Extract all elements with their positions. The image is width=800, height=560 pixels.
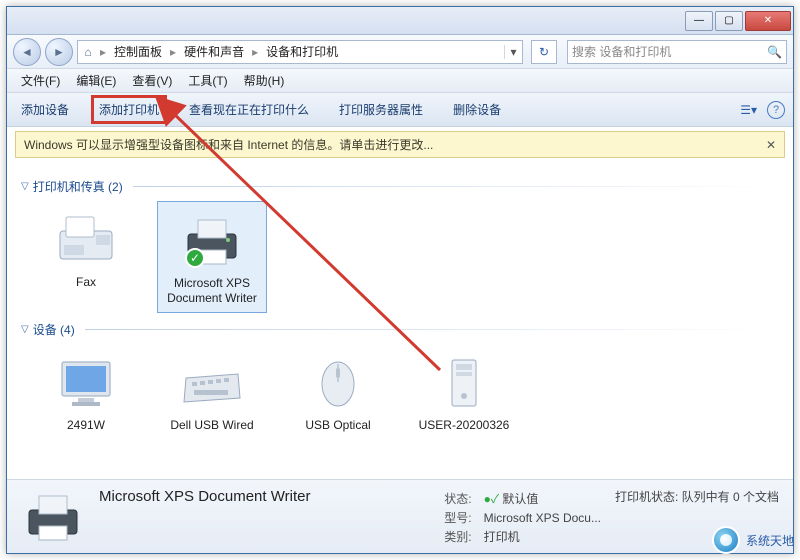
computer-icon bbox=[429, 350, 499, 414]
search-icon: 🔍 bbox=[767, 45, 782, 59]
fax-icon bbox=[51, 207, 121, 271]
tool-remove-device[interactable]: 删除设备 bbox=[447, 97, 507, 122]
item-label: 2491W bbox=[67, 418, 105, 433]
tool-server-properties[interactable]: 打印服务器属性 bbox=[333, 97, 429, 122]
menu-help[interactable]: 帮助(H) bbox=[238, 70, 291, 91]
keyboard-icon bbox=[177, 350, 247, 414]
search-input[interactable]: 搜索 设备和打印机 🔍 bbox=[567, 40, 787, 64]
menu-bar: 文件(F) 编辑(E) 查看(V) 工具(T) 帮助(H) bbox=[7, 69, 793, 93]
details-value: 打印机 bbox=[484, 530, 520, 544]
tool-add-device[interactable]: 添加设备 bbox=[15, 97, 75, 122]
menu-view[interactable]: 查看(V) bbox=[126, 70, 178, 91]
device-item-xps[interactable]: ✓ Microsoft XPS Document Writer bbox=[157, 201, 267, 313]
queue-value: 队列中有 0 个文档 bbox=[682, 490, 779, 504]
titlebar: — ▢ ✕ bbox=[7, 7, 793, 35]
details-properties: 状态: ●✓ 默认值 型号: Microsoft XPS Docu... 类别:… bbox=[444, 488, 601, 545]
item-label: Dell USB Wired bbox=[170, 418, 253, 433]
printer-icon: ✓ bbox=[177, 208, 247, 272]
search-placeholder: 搜索 设备和打印机 bbox=[572, 43, 671, 60]
explorer-window: — ▢ ✕ ◄ ► ⌂ ▸ 控制面板 ▸ 硬件和声音 ▸ 设备和打印机 ▾ ↻ … bbox=[6, 6, 794, 554]
details-key: 型号: bbox=[444, 509, 480, 526]
close-button[interactable]: ✕ bbox=[745, 11, 791, 31]
item-label: Fax bbox=[76, 275, 96, 290]
mouse-icon bbox=[303, 350, 373, 414]
nav-row: ◄ ► ⌂ ▸ 控制面板 ▸ 硬件和声音 ▸ 设备和打印机 ▾ ↻ 搜索 设备和… bbox=[7, 35, 793, 69]
maximize-button[interactable]: ▢ bbox=[715, 11, 743, 31]
check-icon: ●✓ bbox=[484, 492, 499, 506]
breadcrumb-segment[interactable]: 硬件和声音 bbox=[178, 41, 250, 63]
address-dropdown[interactable]: ▾ bbox=[504, 45, 522, 59]
details-name: Microsoft XPS Document Writer bbox=[99, 488, 430, 505]
content-area: ▽ 打印机和传真 (2) Fax ✓ Microsoft XPS Documen… bbox=[7, 162, 793, 479]
address-bar[interactable]: ⌂ ▸ 控制面板 ▸ 硬件和声音 ▸ 设备和打印机 ▾ bbox=[77, 40, 523, 64]
details-pane: Microsoft XPS Document Writer 状态: ●✓ 默认值… bbox=[7, 479, 793, 553]
queue-label: 打印机状态: bbox=[615, 490, 678, 504]
chevron-right-icon: ▸ bbox=[250, 45, 260, 59]
chevron-right-icon: ▸ bbox=[168, 45, 178, 59]
details-value: Microsoft XPS Docu... bbox=[484, 511, 601, 525]
device-items: 2491W Dell USB Wired USB Optical USER-20… bbox=[21, 344, 779, 439]
group-title: 设备 (4) bbox=[33, 321, 75, 338]
info-bar[interactable]: Windows 可以显示增强型设备图标和来自 Internet 的信息。请单击进… bbox=[15, 131, 785, 158]
device-item-mouse[interactable]: USB Optical bbox=[283, 344, 393, 439]
watermark-text: 系统天地 bbox=[746, 532, 794, 549]
back-button[interactable]: ◄ bbox=[13, 38, 41, 66]
menu-edit[interactable]: 编辑(E) bbox=[70, 70, 122, 91]
tool-see-printing[interactable]: 查看现在正在打印什么 bbox=[183, 97, 315, 122]
item-label: USER-20200326 bbox=[419, 418, 510, 433]
forward-button[interactable]: ► bbox=[45, 38, 73, 66]
details-key: 状态: bbox=[444, 490, 480, 507]
home-icon: ⌂ bbox=[78, 45, 98, 59]
divider bbox=[133, 186, 779, 187]
details-value: 默认值 bbox=[502, 492, 538, 506]
info-close-icon[interactable]: ✕ bbox=[766, 138, 776, 152]
divider bbox=[85, 329, 779, 330]
toolbar: 添加设备 添加打印机 查看现在正在打印什么 打印服务器属性 删除设备 ☰▾ ? bbox=[7, 93, 793, 127]
info-text: Windows 可以显示增强型设备图标和来自 Internet 的信息。请单击进… bbox=[24, 136, 433, 153]
refresh-button[interactable]: ↻ bbox=[531, 40, 557, 64]
details-key: 类别: bbox=[444, 528, 480, 545]
device-item-fax[interactable]: Fax bbox=[31, 201, 141, 313]
collapse-icon: ▽ bbox=[21, 324, 29, 335]
menu-tools[interactable]: 工具(T) bbox=[182, 70, 233, 91]
device-item-keyboard[interactable]: Dell USB Wired bbox=[157, 344, 267, 439]
minimize-button[interactable]: — bbox=[685, 11, 713, 31]
device-item-monitor[interactable]: 2491W bbox=[31, 344, 141, 439]
breadcrumb-segment[interactable]: 设备和打印机 bbox=[260, 41, 344, 63]
item-label: USB Optical bbox=[305, 418, 370, 433]
watermark-icon bbox=[712, 526, 740, 554]
printer-items: Fax ✓ Microsoft XPS Document Writer bbox=[21, 201, 779, 313]
default-check-icon: ✓ bbox=[185, 248, 205, 268]
help-button[interactable]: ? bbox=[767, 101, 785, 119]
group-title: 打印机和传真 (2) bbox=[33, 178, 123, 195]
view-options-icon[interactable]: ☰▾ bbox=[740, 103, 757, 117]
chevron-right-icon: ▸ bbox=[98, 45, 108, 59]
watermark: 系统天地 bbox=[712, 526, 794, 554]
details-queue: 打印机状态: 队列中有 0 个文档 bbox=[615, 488, 779, 505]
breadcrumb-segment[interactable]: 控制面板 bbox=[108, 41, 168, 63]
menu-file[interactable]: 文件(F) bbox=[15, 70, 66, 91]
tool-add-printer[interactable]: 添加打印机 bbox=[93, 97, 165, 122]
printer-icon bbox=[21, 488, 85, 544]
details-main: Microsoft XPS Document Writer bbox=[99, 488, 430, 505]
monitor-icon bbox=[51, 350, 121, 414]
group-header-devices[interactable]: ▽ 设备 (4) bbox=[21, 321, 779, 338]
item-label: Microsoft XPS Document Writer bbox=[160, 276, 264, 306]
collapse-icon: ▽ bbox=[21, 181, 29, 192]
device-item-tower[interactable]: USER-20200326 bbox=[409, 344, 519, 439]
group-header-printers[interactable]: ▽ 打印机和传真 (2) bbox=[21, 178, 779, 195]
